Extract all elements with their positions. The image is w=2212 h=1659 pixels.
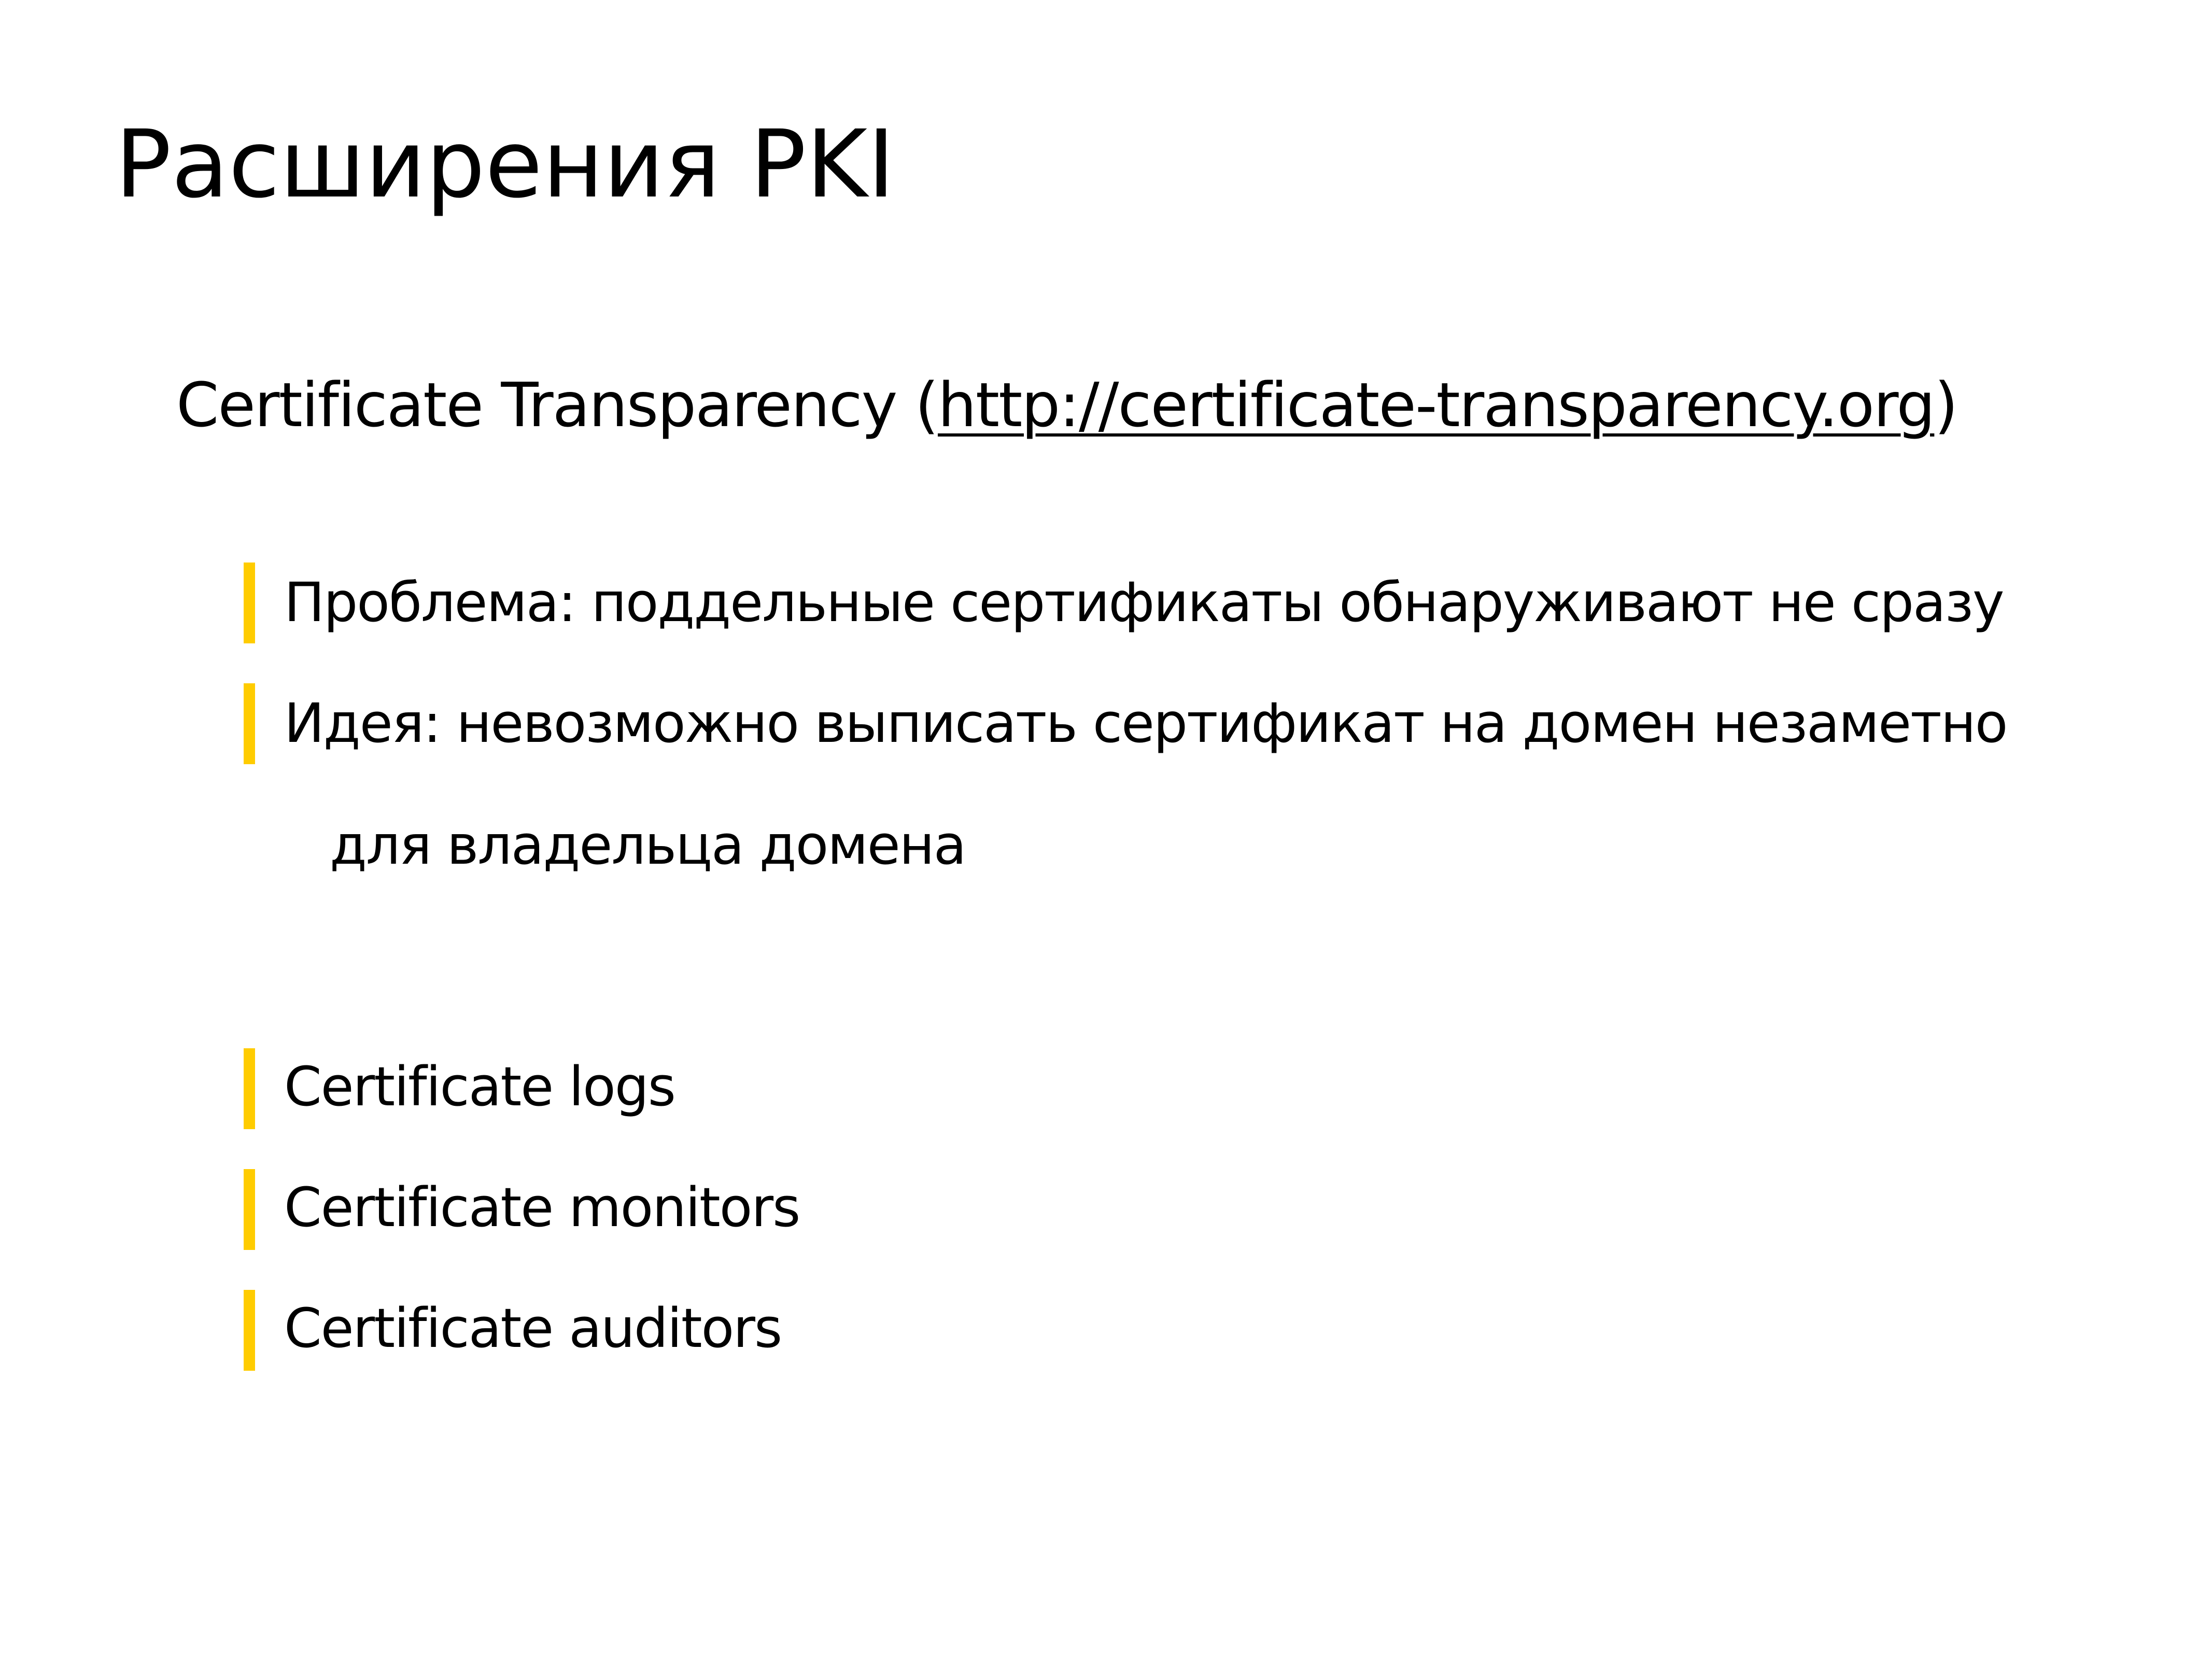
- bullet-marker: [244, 1290, 255, 1371]
- bullet-certificate-auditors: Certificate auditors: [284, 1297, 782, 1360]
- subtitle-suffix: ): [1934, 369, 1958, 441]
- slide: Расширения PKI Certificate Transparency …: [0, 0, 2212, 1659]
- slide-title: Расширения PKI: [115, 110, 895, 219]
- bullet-marker: [244, 1048, 255, 1129]
- subtitle: Certificate Transparency (http://certifi…: [176, 374, 1958, 435]
- bullet-marker: [244, 683, 255, 764]
- bullet-idea-continuation: для владельца домена: [330, 813, 966, 877]
- bullet-certificate-monitors: Certificate monitors: [284, 1176, 800, 1239]
- bullet-marker: [244, 1169, 255, 1250]
- bullet-problem: Проблема: поддельные сертификаты обнаруж…: [284, 571, 2005, 634]
- certificate-transparency-link[interactable]: http://certificate-transparency.org: [938, 369, 1935, 441]
- bullet-certificate-logs: Certificate logs: [284, 1055, 676, 1118]
- subtitle-prefix: Certificate Transparency (: [176, 369, 939, 441]
- bullet-idea: Идея: невозможно выписать сертификат на …: [284, 692, 2008, 755]
- bullet-marker: [244, 563, 255, 643]
